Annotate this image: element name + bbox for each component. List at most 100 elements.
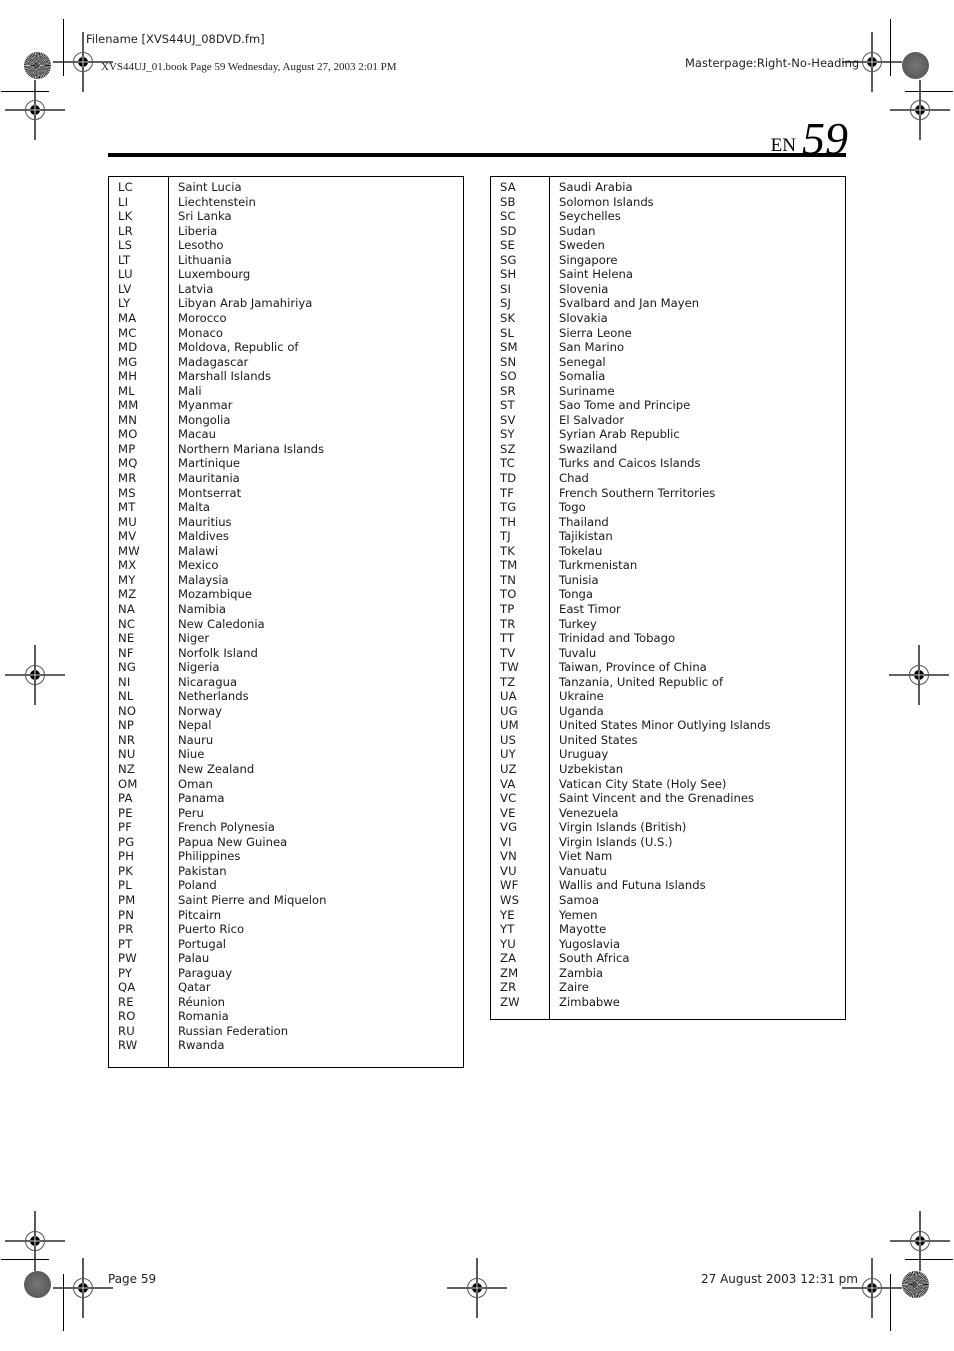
registration-mark-right-lower bbox=[890, 1211, 950, 1271]
table-row: VG Virgin Islands (British) bbox=[491, 820, 845, 835]
table-row: LR Liberia bbox=[109, 224, 463, 239]
country-name: Slovakia bbox=[559, 310, 608, 325]
table-row: NF Norfolk Island bbox=[109, 646, 463, 661]
country-name: Mali bbox=[178, 383, 202, 398]
country-code: PL bbox=[118, 878, 132, 893]
country-name: Panama bbox=[178, 791, 225, 806]
country-name: Palau bbox=[178, 951, 210, 966]
country-code: VA bbox=[500, 776, 516, 791]
country-name: New Zealand bbox=[178, 762, 255, 776]
color-target-disc bbox=[24, 1271, 51, 1298]
country-name: Zimbabwe bbox=[559, 994, 620, 1009]
table-row: PW Palau bbox=[109, 951, 463, 966]
country-name: Swaziland bbox=[559, 441, 618, 456]
country-code: PN bbox=[118, 907, 135, 922]
table-row: SI Slovenia bbox=[491, 282, 845, 297]
crop-line bbox=[905, 91, 953, 92]
footer-page-label: Page 59 bbox=[108, 1272, 157, 1286]
country-code: ZW bbox=[500, 994, 520, 1009]
table-row: VU Vanuatu bbox=[491, 864, 845, 879]
table-row: MQ Martinique bbox=[109, 456, 463, 471]
country-code: ML bbox=[118, 383, 135, 398]
country-name: Saint Helena bbox=[559, 267, 633, 282]
crop-line bbox=[1, 1259, 49, 1260]
crosshair-icon bbox=[889, 645, 949, 705]
country-name: Netherlands bbox=[178, 689, 249, 704]
crosshair-icon bbox=[890, 1211, 950, 1271]
country-name: Sweden bbox=[559, 238, 605, 253]
table-row: SO Somalia bbox=[491, 369, 845, 384]
table-row: RW Rwanda bbox=[109, 1038, 463, 1053]
header-book-info: XVS44UJ_01.book Page 59 Wednesday, Augus… bbox=[101, 61, 397, 73]
country-code: NA bbox=[118, 601, 136, 616]
table-row: RU Russian Federation bbox=[109, 1024, 463, 1039]
table-row: NZ New Zealand bbox=[109, 762, 463, 777]
country-code: YT bbox=[500, 922, 515, 937]
country-name: Sri Lanka bbox=[178, 209, 232, 224]
country-code: WF bbox=[500, 878, 519, 893]
country-name: Suriname bbox=[559, 383, 615, 398]
table-row: ST Sao Tome and Principe bbox=[491, 398, 845, 413]
table-row: SA Saudi Arabia bbox=[491, 180, 845, 195]
table-row: SK Slovakia bbox=[491, 311, 845, 326]
table-row: ZM Zambia bbox=[491, 966, 845, 981]
table-row: PT Portugal bbox=[109, 937, 463, 952]
table-row: LK Sri Lanka bbox=[109, 209, 463, 224]
country-name: Papua New Guinea bbox=[178, 834, 288, 849]
country-name: Seychelles bbox=[559, 209, 621, 224]
country-code: MD bbox=[118, 340, 138, 355]
table-row: UG Uganda bbox=[491, 704, 845, 719]
country-name: Taiwan, Province of China bbox=[559, 660, 707, 675]
table-row: PR Puerto Rico bbox=[109, 922, 463, 937]
table-row: WF Wallis and Futuna Islands bbox=[491, 878, 845, 893]
country-name: Uganda bbox=[559, 703, 604, 718]
country-code: TW bbox=[500, 660, 519, 675]
table-row: SN Senegal bbox=[491, 355, 845, 370]
country-name: Saint Pierre and Miquelon bbox=[178, 892, 327, 907]
table-row: LI Liechtenstein bbox=[109, 195, 463, 210]
country-name: Marshall Islands bbox=[178, 369, 272, 384]
crosshair-icon bbox=[5, 80, 65, 140]
country-name: Turkey bbox=[559, 616, 597, 631]
country-code: SN bbox=[500, 354, 517, 369]
crop-line bbox=[890, 1274, 891, 1331]
country-code: SK bbox=[500, 310, 516, 325]
country-name: Latvia bbox=[178, 281, 214, 296]
table-row: TT Trinidad and Tobago bbox=[491, 631, 845, 646]
table-row: SD Sudan bbox=[491, 224, 845, 239]
country-name: Wallis and Futuna Islands bbox=[559, 878, 706, 893]
country-name: Tokelau bbox=[559, 543, 603, 558]
table-row: MG Madagascar bbox=[109, 355, 463, 370]
country-name: Martinique bbox=[178, 456, 241, 471]
country-code: MR bbox=[118, 471, 137, 485]
crop-line bbox=[890, 19, 891, 76]
table-row: UZ Uzbekistan bbox=[491, 762, 845, 777]
table-row: MN Mongolia bbox=[109, 413, 463, 428]
header-masterpage: Masterpage:Right-No-Heading bbox=[685, 56, 860, 70]
table-row: MZ Mozambique bbox=[109, 587, 463, 602]
country-name: Mongolia bbox=[178, 412, 231, 427]
country-name: Mauritania bbox=[178, 471, 240, 485]
country-name: Tajikistan bbox=[559, 529, 613, 544]
country-code: MN bbox=[118, 412, 138, 427]
table-row: LV Latvia bbox=[109, 282, 463, 297]
country-name: United States Minor Outlying Islands bbox=[559, 718, 771, 733]
country-name: Namibia bbox=[178, 601, 226, 616]
country-name: Lesotho bbox=[178, 238, 224, 253]
country-code: UG bbox=[500, 703, 518, 718]
table-row: NU Niue bbox=[109, 747, 463, 762]
country-code: UZ bbox=[500, 762, 517, 776]
table-row: PF French Polynesia bbox=[109, 820, 463, 835]
table-row: NO Norway bbox=[109, 704, 463, 719]
table-row: NE Niger bbox=[109, 631, 463, 646]
country-name: Poland bbox=[178, 878, 217, 893]
country-code: RO bbox=[118, 1009, 136, 1024]
country-code: ST bbox=[500, 398, 515, 413]
color-target-disc bbox=[902, 1271, 929, 1298]
country-name: Tanzania, United Republic of bbox=[559, 674, 724, 689]
country-code: TO bbox=[500, 587, 517, 602]
table-row: VN Viet Nam bbox=[491, 849, 845, 864]
table-row: VE Venezuela bbox=[491, 806, 845, 821]
table-row: VI Virgin Islands (U.S.) bbox=[491, 835, 845, 850]
table-row: SM San Marino bbox=[491, 340, 845, 355]
